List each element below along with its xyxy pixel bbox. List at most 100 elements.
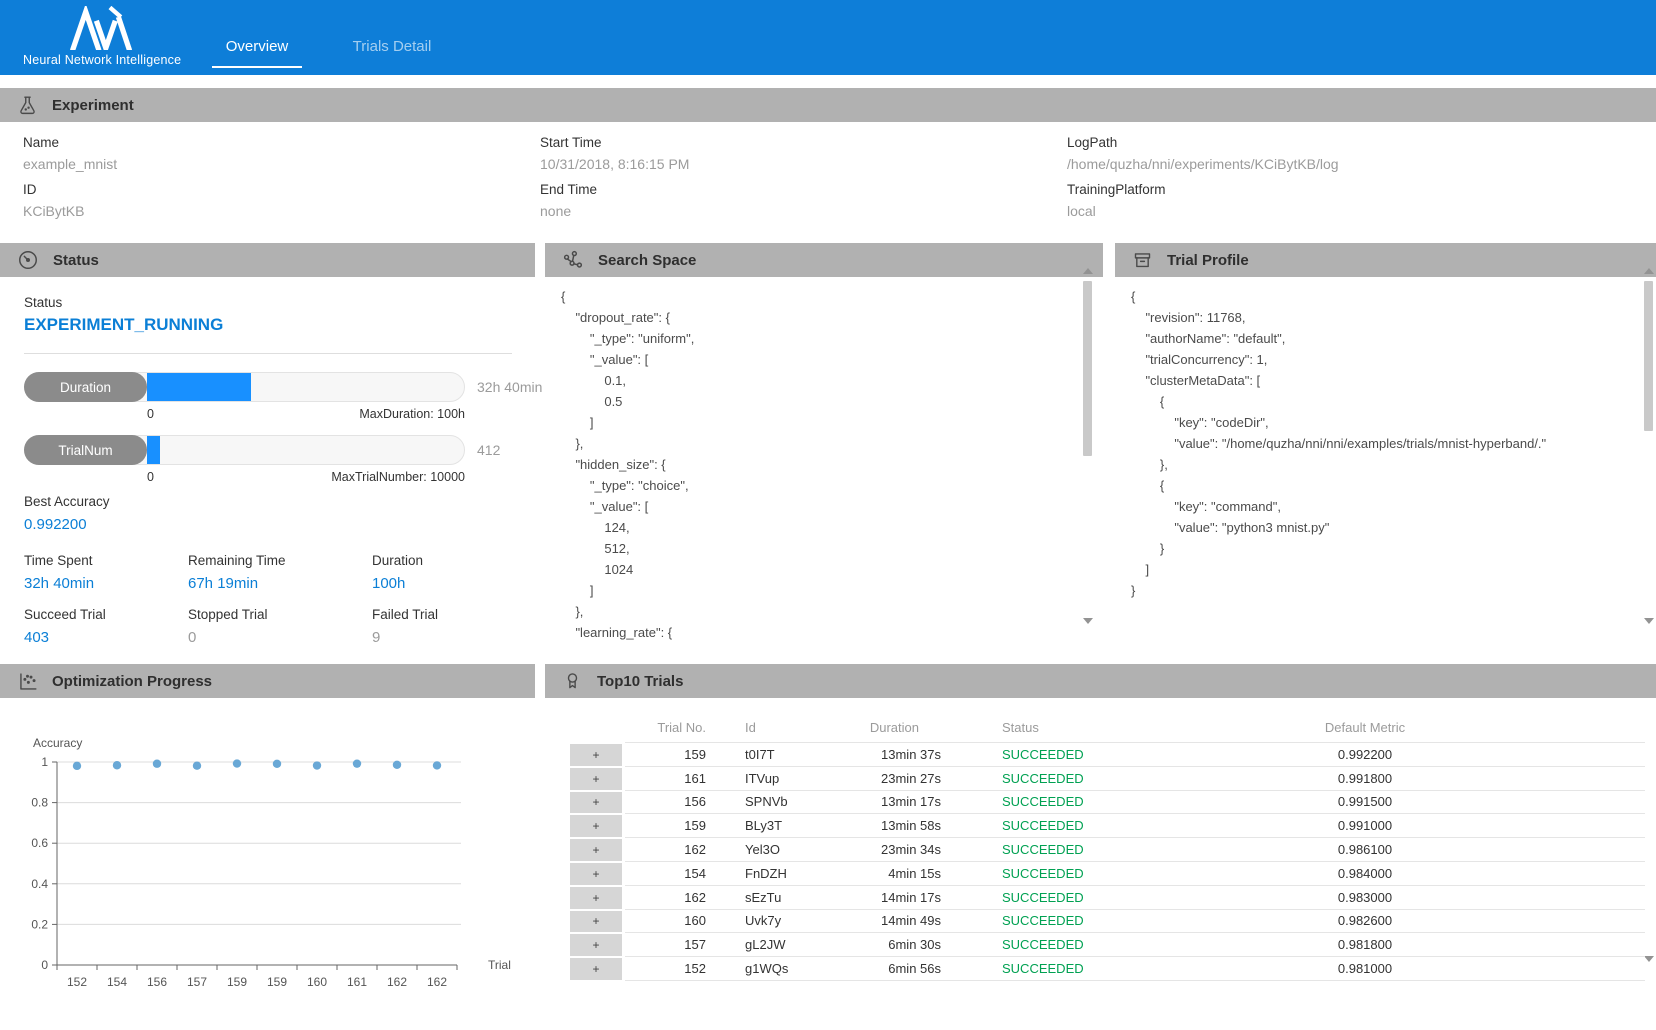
y-axis-tick-label: 0 xyxy=(41,958,48,972)
cell-trial-no: 162 xyxy=(625,886,706,909)
gauge-icon xyxy=(17,249,39,271)
field-label: Start Time xyxy=(540,135,689,150)
divider xyxy=(24,353,512,354)
cell-default-metric: 0.992200 xyxy=(1161,743,1569,766)
cell-trial-no: 152 xyxy=(625,957,706,980)
scatter-point[interactable] xyxy=(313,761,321,769)
scroll-down-arrow[interactable] xyxy=(1644,618,1654,624)
trialnum-bar-fill xyxy=(147,436,160,464)
archive-box-icon xyxy=(1132,250,1153,271)
section-title: Optimization Progress xyxy=(52,673,212,690)
scroll-down-arrow[interactable] xyxy=(1083,618,1093,624)
scatter-point[interactable] xyxy=(113,761,121,769)
tab-overview[interactable]: Overview xyxy=(212,38,302,68)
cell-status: SUCCEEDED xyxy=(941,862,1161,885)
scatter-point[interactable] xyxy=(193,761,201,769)
y-axis-title: Accuracy xyxy=(33,736,82,750)
scatter-point[interactable] xyxy=(353,759,361,767)
scatter-point[interactable] xyxy=(273,760,281,768)
stat-value: 0 xyxy=(188,629,268,646)
scatter-point[interactable] xyxy=(153,760,161,768)
cell-trial-no: 162 xyxy=(625,838,706,861)
expand-row-button[interactable]: + xyxy=(570,744,622,766)
trialnum-progress-bar: TrialNum xyxy=(24,435,465,465)
scatter-point[interactable] xyxy=(233,759,241,767)
cell-empty xyxy=(1569,886,1645,909)
expand-row-button[interactable]: + xyxy=(570,815,622,837)
table-body: +159t0I7T13min 37sSUCCEEDED0.992200+161I… xyxy=(545,743,1656,981)
field-label: TrainingPlatform xyxy=(1067,182,1339,197)
stat-stopped-trial: Stopped Trial 0 xyxy=(188,607,268,646)
best-accuracy-value: 0.992200 xyxy=(24,516,110,533)
cell-duration: 23min 27s xyxy=(830,767,941,790)
section-title: Status xyxy=(53,252,99,269)
scrollbar-thumb[interactable] xyxy=(1083,281,1092,456)
cell-id: Yel3O xyxy=(706,838,830,861)
scroll-up-arrow[interactable] xyxy=(1083,268,1093,274)
cell-duration: 13min 58s xyxy=(830,814,941,837)
duration-bar-value: 32h 40min xyxy=(477,379,542,395)
y-axis-tick-label: 0.8 xyxy=(31,796,48,810)
scatter-point[interactable] xyxy=(393,761,401,769)
field-value: none xyxy=(540,203,689,219)
expand-row-button[interactable]: + xyxy=(570,863,622,885)
search-space-section-header: Search Space xyxy=(545,243,1103,277)
expand-row-button[interactable]: + xyxy=(570,934,622,956)
cell-id: FnDZH xyxy=(706,862,830,885)
tab-trials-detail[interactable]: Trials Detail xyxy=(348,38,436,66)
section-title: Search Space xyxy=(598,252,696,269)
cell-default-metric: 0.991800 xyxy=(1161,767,1569,790)
stat-time-spent: Time Spent 32h 40min xyxy=(24,553,94,592)
field-value: 10/31/2018, 8:16:15 PM xyxy=(540,156,689,172)
cell-status: SUCCEEDED xyxy=(941,767,1161,790)
cell-default-metric: 0.986100 xyxy=(1161,838,1569,861)
experiment-status-value: EXPERIMENT_RUNNING xyxy=(24,315,223,335)
cell-empty xyxy=(1569,933,1645,956)
stat-value: 9 xyxy=(372,629,438,646)
scroll-up-arrow[interactable] xyxy=(1644,268,1654,274)
stat-label: Duration xyxy=(372,553,423,568)
stat-value: 100h xyxy=(372,575,423,592)
cell-id: t0I7T xyxy=(706,743,830,766)
cell-empty xyxy=(1569,743,1645,766)
scatter-point[interactable] xyxy=(433,761,441,769)
trialnum-bar-value: 412 xyxy=(477,442,500,458)
section-title: Experiment xyxy=(52,97,134,114)
experiment-column-1: Name example_mnist ID KCiBytKB xyxy=(23,135,117,229)
molecule-icon xyxy=(562,249,584,271)
y-axis-tick-label: 0.6 xyxy=(31,836,48,850)
stat-label: Best Accuracy xyxy=(24,494,110,509)
scatter-point[interactable] xyxy=(73,762,81,770)
cell-id: Uvk7y xyxy=(706,910,830,933)
cell-duration: 23min 34s xyxy=(830,838,941,861)
column-header-duration: Duration xyxy=(830,712,941,742)
cell-trial-no: 157 xyxy=(625,933,706,956)
table-row: +156SPNVb13min 17sSUCCEEDED0.991500 xyxy=(545,791,1656,815)
brand-text: Neural Network Intelligence xyxy=(23,53,181,67)
y-axis-tick-label: 0.2 xyxy=(31,917,48,931)
x-axis-tick-label: 154 xyxy=(107,975,127,989)
scrollbar-thumb[interactable] xyxy=(1644,281,1653,431)
expand-row-button[interactable]: + xyxy=(570,768,622,790)
medal-icon xyxy=(562,671,583,692)
cell-duration: 14min 49s xyxy=(830,910,941,933)
bar-min: 0 xyxy=(147,470,154,484)
expand-row-button[interactable]: + xyxy=(570,887,622,909)
table-row: +161ITVup23min 27sSUCCEEDED0.991800 xyxy=(545,767,1656,791)
search-space-code-panel: { "dropout_rate": { "_type": "uniform", … xyxy=(561,282,1066,654)
cell-trial-no: 160 xyxy=(625,910,706,933)
top10-section-header: Top10 Trials xyxy=(545,664,1656,698)
stat-label: Succeed Trial xyxy=(24,607,106,622)
x-axis-tick-label: 157 xyxy=(187,975,207,989)
cell-status: SUCCEEDED xyxy=(941,791,1161,814)
expand-row-button[interactable]: + xyxy=(570,911,622,933)
cell-empty xyxy=(1569,838,1645,861)
column-header-id: Id xyxy=(706,712,830,742)
expand-row-button[interactable]: + xyxy=(570,792,622,814)
expand-row-button[interactable]: + xyxy=(570,958,622,980)
expand-row-button[interactable]: + xyxy=(570,839,622,861)
table-row: +159t0I7T13min 37sSUCCEEDED0.992200 xyxy=(545,743,1656,767)
top10-trials-table: Trial No. Id Duration Status Default Met… xyxy=(545,712,1656,981)
table-row: +162Yel3O23min 34sSUCCEEDED0.986100 xyxy=(545,838,1656,862)
x-axis-tick-label: 162 xyxy=(427,975,447,989)
